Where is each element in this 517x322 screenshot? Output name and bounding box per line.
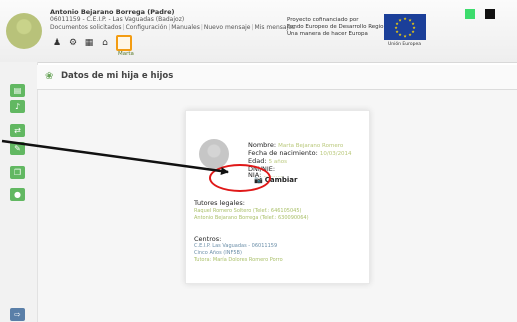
pointer-arrow — [1, 139, 229, 176]
